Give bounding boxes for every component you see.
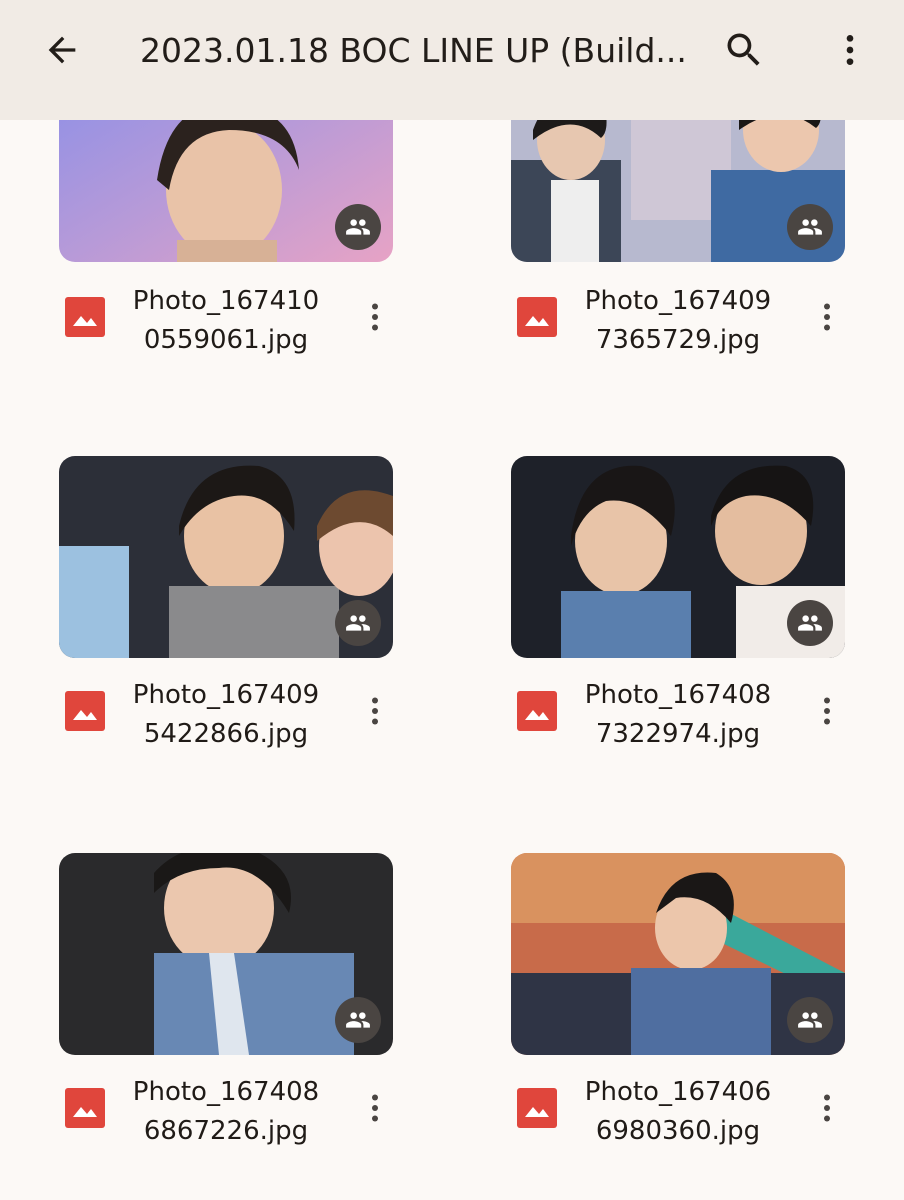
file-name-line2: 0559061.jpg [143,325,309,355]
file-more-button[interactable] [807,287,847,347]
more-vert-icon [846,35,854,65]
more-vert-icon [824,697,830,725]
image-file-icon [517,691,557,731]
photo-thumbnail[interactable] [511,853,845,1055]
file-name-line1: Photo_167408 [132,1077,320,1107]
more-vert-icon [372,303,378,331]
image-file-icon [65,691,105,731]
people-icon [798,1012,822,1028]
top-app-bar: 2023.01.18 BOC LINE UP (Build... [0,0,904,120]
file-more-button[interactable] [355,681,395,741]
file-name-line1: Photo_167408 [584,680,772,710]
file-name-line2: 6867226.jpg [143,1116,309,1146]
file-name-line1: Photo_167406 [584,1077,772,1107]
photo-thumbnail[interactable] [511,120,845,262]
folder-title: 2023.01.18 BOC LINE UP (Build... [140,31,687,70]
image-file-icon [65,1088,105,1128]
arrow-back-icon [48,36,76,64]
photo-thumbnail[interactable] [511,456,845,658]
image-file-icon [517,297,557,337]
image-file-icon [517,1088,557,1128]
file-name-line1: Photo_167409 [584,286,772,316]
people-icon [346,615,370,631]
file-name: Photo_167410 0559061.jpg [121,282,331,360]
photo-thumbnail[interactable] [59,120,393,262]
more-vert-icon [372,1094,378,1122]
file-more-button[interactable] [355,1078,395,1138]
file-name: Photo_167408 7322974.jpg [573,676,783,754]
more-vert-icon [824,1094,830,1122]
file-name: Photo_167409 7365729.jpg [573,282,783,360]
shared-badge [335,997,381,1043]
more-options-button[interactable] [822,22,878,78]
people-icon [798,615,822,631]
people-icon [798,219,822,235]
file-name-line2: 7365729.jpg [595,325,761,355]
shared-badge [335,600,381,646]
people-icon [346,1012,370,1028]
search-button[interactable] [716,22,772,78]
search-icon [727,33,760,66]
file-name-line2: 7322974.jpg [595,719,761,749]
more-vert-icon [824,303,830,331]
photo-thumbnail[interactable] [59,456,393,658]
shared-badge [787,997,833,1043]
people-icon [346,219,370,235]
file-more-button[interactable] [355,287,395,347]
file-name: Photo_167409 5422866.jpg [121,676,331,754]
back-button[interactable] [34,22,90,78]
file-name: Photo_167406 6980360.jpg [573,1073,783,1151]
file-name-line1: Photo_167410 [132,286,320,316]
more-vert-icon [372,697,378,725]
file-name-line2: 6980360.jpg [595,1116,761,1146]
file-more-button[interactable] [807,1078,847,1138]
file-name-line1: Photo_167409 [132,680,320,710]
photo-thumbnail[interactable] [59,853,393,1055]
shared-badge [787,204,833,250]
file-name: Photo_167408 6867226.jpg [121,1073,331,1151]
file-grid: Photo_167410 0559061.jpg Photo_167409 73… [0,120,904,1200]
file-more-button[interactable] [807,681,847,741]
image-file-icon [65,297,105,337]
file-name-line2: 5422866.jpg [143,719,309,749]
shared-badge [787,600,833,646]
shared-badge [335,204,381,250]
